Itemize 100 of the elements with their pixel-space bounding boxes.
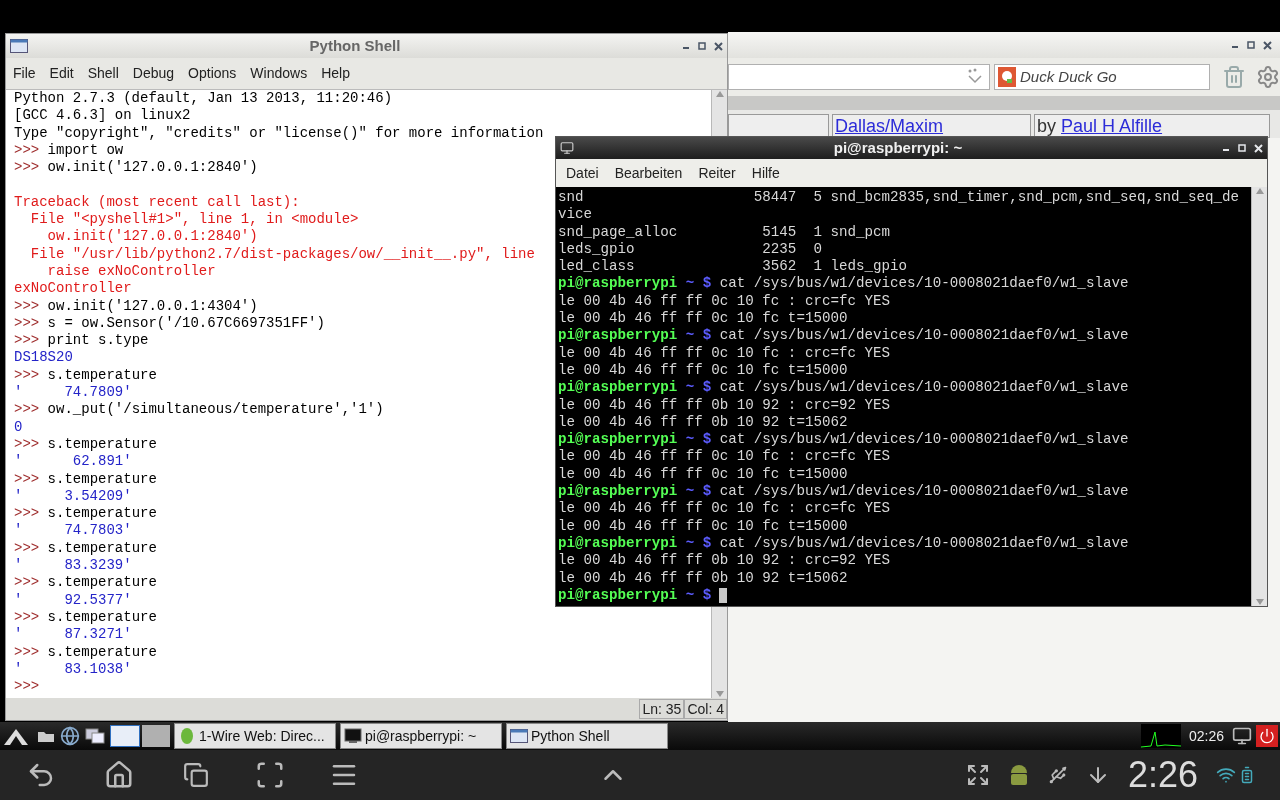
code-text: ow.init('127.0.0.1:2840') xyxy=(46,159,258,177)
output-line: le 00 4b 46 ff ff 0c 10 fc t=15000 xyxy=(558,361,848,380)
taskbar-button[interactable]: Python Shell xyxy=(506,723,668,749)
code-text: s.temperature xyxy=(46,470,157,488)
code-text: s.temperature xyxy=(46,574,157,592)
code-text: print s.type xyxy=(46,332,149,350)
menu-item[interactable]: Shell xyxy=(87,63,119,84)
output-line: snd 58447 5 snd_bcm2835,snd_timer,snd_pcm,snd_seq,snd_seq_de xyxy=(558,189,1240,207)
prompt-text: >>> xyxy=(14,505,40,523)
error-line: File "/usr/lib/python2.7/dist-packages/ow/__init__.py", line xyxy=(29,245,535,263)
menu-item[interactable]: Windows xyxy=(250,63,308,84)
window-title: pi@raspberrypi: ~ xyxy=(833,137,963,158)
code-text: s.temperature xyxy=(46,366,157,385)
prompt-text: >>> xyxy=(14,141,40,160)
output-line: leds_gpio 2235 0 xyxy=(558,240,822,259)
prompt-user: pi@raspberrypi xyxy=(558,327,678,345)
search-input[interactable]: Duck Duck Go xyxy=(1020,65,1200,89)
prompt-path: ~ $ xyxy=(684,275,712,293)
command-text: cat /sys/bus/w1/devices/10-0008021daef0/w1_slave xyxy=(718,275,1129,293)
console-line: [GCC 4.6.3] on linux2 xyxy=(14,107,191,125)
prompt-text: >>> xyxy=(14,435,40,454)
prompt-text: >>> xyxy=(14,608,40,627)
command-text: cat /sys/bus/w1/devices/10-0008021daef0/w1_slave xyxy=(718,431,1129,449)
output-line: le 00 4b 46 ff ff 0b 10 92 t=15062 xyxy=(558,569,848,587)
output-line: 0 xyxy=(14,418,23,436)
output-line: ' 87.3271' xyxy=(14,626,132,644)
code-text: s = ow.Sensor('/10.67C6697351FF') xyxy=(46,314,325,333)
output-line: le 00 4b 46 ff ff 0c 10 fc t=15000 xyxy=(558,465,848,484)
output-line: ' 74.7809' xyxy=(14,384,132,402)
link[interactable]: Dallas/Maxim xyxy=(835,117,944,135)
leaf-icon xyxy=(178,727,196,745)
prompt-user: pi@raspberrypi xyxy=(558,586,678,605)
search-field[interactable]: Duck Duck Go xyxy=(994,64,1210,90)
prompt-text: >>> xyxy=(14,159,40,177)
prompt-path: ~ $ xyxy=(684,483,712,501)
prompt-path: ~ $ xyxy=(684,379,712,397)
output-line: le 00 4b 46 ff ff 0b 10 92 t=15062 xyxy=(558,413,848,432)
prompt-path: ~ $ xyxy=(684,534,712,553)
prompt-text: >>> xyxy=(14,539,40,557)
menu-item[interactable]: Debug xyxy=(132,63,175,84)
output-line: DS18S20 xyxy=(14,349,73,367)
prompt-text: >>> xyxy=(14,401,40,419)
menu-item[interactable]: File xyxy=(13,63,36,84)
output-line: ' 92.5377' xyxy=(14,591,132,609)
console-line: Python 2.7.3 (default, Jan 13 2013, 11:20:46) xyxy=(14,90,393,108)
window-icon xyxy=(510,729,528,743)
maximize-icon[interactable] xyxy=(1247,41,1255,49)
close-icon[interactable] xyxy=(1263,40,1272,50)
status-clock: 2:26 xyxy=(1127,757,1198,793)
code-text: s.temperature xyxy=(46,539,157,557)
maximize-icon[interactable] xyxy=(698,42,706,50)
prompt-text: >>> xyxy=(14,574,40,592)
prompt-user: pi@raspberrypi xyxy=(558,379,678,397)
window-title: Python Shell xyxy=(309,35,401,56)
gear-icon[interactable] xyxy=(1256,63,1280,91)
prompt-path: ~ $ xyxy=(684,586,712,605)
output-line: le 00 4b 46 ff ff 0b 10 92 : crc=92 YES xyxy=(558,396,891,414)
prompt-text: >>> xyxy=(14,470,40,488)
power-button[interactable] xyxy=(1256,725,1278,747)
output-line: ' 62.891' xyxy=(14,453,132,471)
code-text: ow._put('/simultaneous/temperature','1') xyxy=(46,401,384,419)
error-line: raise exNoController xyxy=(46,262,216,281)
window-icon xyxy=(10,39,28,53)
usb-icon[interactable] xyxy=(1047,765,1068,785)
menu-item[interactable]: Help xyxy=(321,63,350,84)
menu-item[interactable]: Reiter xyxy=(698,162,736,184)
prompt-text: >>> xyxy=(14,678,40,696)
menu-item[interactable]: Bearbeiten xyxy=(614,162,683,184)
url-field[interactable] xyxy=(728,64,990,90)
command-text: cat /sys/bus/w1/devices/10-0008021daef0/w1_slave xyxy=(718,483,1129,501)
prompt-text: >>> xyxy=(14,643,40,661)
prompt-path: ~ $ xyxy=(684,327,712,345)
code-text: s.temperature xyxy=(46,643,157,661)
output-line: ' 3.54209' xyxy=(14,487,132,506)
globe-icon[interactable] xyxy=(60,726,80,746)
fullscreen-icon[interactable] xyxy=(965,763,990,787)
output-line: le 00 4b 46 ff ff 0c 10 fc : crc=fc YES xyxy=(558,448,891,466)
menu-item[interactable]: Options xyxy=(188,63,237,84)
output-line: led_class 3562 1 leds_gpio xyxy=(558,258,908,276)
terminal-icon xyxy=(344,728,362,744)
code-text: s.temperature xyxy=(46,505,157,523)
code-text: s.temperature xyxy=(46,435,157,454)
output-line: ' 74.7803' xyxy=(14,522,132,540)
console-line: Type "copyright", "credits" or "license()" for more information xyxy=(14,124,544,142)
author-link[interactable]: Paul H Alfille xyxy=(1061,117,1163,135)
menu-item[interactable]: Hilfe xyxy=(751,162,780,184)
output-line: snd_page_alloc 5145 1 snd_pcm xyxy=(558,223,891,241)
taskbar-button[interactable]: 1-Wire Web: Direc... xyxy=(174,723,336,749)
taskbar-button[interactable]: pi@raspberrypi: ~ xyxy=(340,723,502,749)
prompt-text: >>> xyxy=(14,332,40,350)
error-line: exNoController xyxy=(14,280,132,298)
output-line: le 00 4b 46 ff ff 0c 10 fc : crc=fc YES xyxy=(558,344,891,362)
error-line: File "<pyshell#1>", line 1, in <module> xyxy=(29,211,359,229)
menu-item[interactable]: Edit xyxy=(49,63,74,84)
menu-item[interactable]: Datei xyxy=(566,162,599,184)
network-icon[interactable] xyxy=(1232,726,1252,746)
close-icon[interactable] xyxy=(714,41,723,51)
code-text: s.temperature xyxy=(46,608,157,627)
workspace-switcher[interactable] xyxy=(110,725,170,747)
windows-icon[interactable] xyxy=(84,727,106,745)
